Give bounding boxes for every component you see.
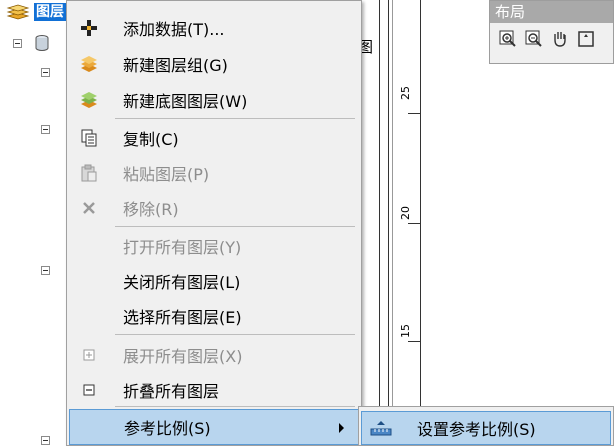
expand-icon	[79, 345, 99, 365]
menu-item-paste-layer[interactable]: 粘贴图层(P)	[69, 155, 359, 191]
vertical-ruler: 25 20 15	[379, 0, 421, 446]
ruler-label: 20	[399, 206, 412, 220]
menu-item-label: 关闭所有图层(L)	[123, 273, 241, 292]
collapse-toggle-icon[interactable]	[41, 266, 50, 275]
ruler-tick	[408, 223, 420, 224]
submenu-arrow-icon	[339, 423, 344, 433]
menu-item-label: 新建图层组(G)	[123, 56, 228, 75]
ruler-line	[388, 0, 389, 446]
ruler-tick	[408, 113, 420, 114]
ruler-label: 15	[399, 324, 412, 338]
menu-item-new-group-layer[interactable]: 新建图层组(G)	[69, 46, 359, 82]
layers-context-menu: 添加数据(T)... 新建图层组(G) 新建底图图层(W) 复制(C) 粘贴图层…	[66, 0, 362, 446]
menu-item-new-basemap-layer[interactable]: 新建底图图层(W)	[69, 82, 359, 118]
menu-item-label: 参考比例(S)	[124, 419, 211, 438]
layers-icon	[6, 4, 30, 20]
remove-icon	[79, 198, 99, 218]
collapse-toggle-icon[interactable]	[41, 436, 50, 445]
menu-item-label: 粘贴图层(P)	[123, 165, 210, 184]
collapse-icon	[79, 380, 99, 400]
layout-toolbar: 布局	[489, 0, 614, 64]
toc-root-label[interactable]: 图层	[34, 3, 66, 21]
full-extent-icon[interactable]	[576, 29, 596, 49]
copy-icon	[79, 128, 99, 148]
ruler-tick	[408, 341, 420, 342]
set-reference-scale-icon	[370, 421, 392, 436]
toc-root-node[interactable]: 图层	[4, 3, 66, 21]
reference-scale-submenu: 设置参考比例(S)	[358, 406, 614, 446]
menu-item-label: 展开所有图层(X)	[123, 347, 243, 366]
menu-item-label: 打开所有图层(Y)	[123, 238, 242, 257]
menu-item-open-all-layers[interactable]: 打开所有图层(Y)	[69, 228, 359, 264]
menu-item-collapse-all-layers[interactable]: 折叠所有图层	[69, 372, 359, 408]
zoom-out-icon[interactable]	[524, 29, 544, 49]
menu-item-label: 折叠所有图层	[123, 382, 220, 401]
submenu-item-label: 设置参考比例(S)	[417, 420, 536, 439]
new-basemap-layer-icon	[79, 90, 99, 110]
add-data-icon	[79, 18, 99, 38]
paste-icon	[79, 163, 99, 183]
menu-item-reference-scale[interactable]: 参考比例(S)	[69, 409, 359, 445]
menu-separator	[115, 334, 355, 335]
menu-item-label: 新建底图图层(W)	[123, 92, 248, 111]
menu-separator	[115, 226, 355, 227]
menu-item-add-data[interactable]: 添加数据(T)...	[69, 10, 359, 46]
menu-item-label: 移除(R)	[123, 200, 179, 219]
menu-item-copy[interactable]: 复制(C)	[69, 120, 359, 156]
menu-item-remove[interactable]: 移除(R)	[69, 190, 359, 226]
menu-item-label: 复制(C)	[123, 130, 179, 149]
menu-separator	[115, 406, 355, 407]
ruler-line	[392, 0, 393, 446]
database-icon	[35, 35, 49, 51]
collapse-toggle-icon[interactable]	[41, 68, 50, 77]
toolbar-title: 布局	[490, 1, 613, 23]
new-group-layer-icon	[79, 54, 99, 74]
collapse-toggle-icon[interactable]	[41, 125, 50, 134]
zoom-in-icon[interactable]	[498, 29, 518, 49]
ruler-label: 25	[399, 86, 412, 100]
menu-separator	[115, 118, 355, 119]
submenu-item-set-reference-scale[interactable]: 设置参考比例(S)	[361, 411, 611, 445]
menu-item-expand-all-layers[interactable]: 展开所有图层(X)	[69, 337, 359, 373]
menu-item-select-all-layers[interactable]: 选择所有图层(E)	[69, 298, 359, 334]
pan-hand-icon[interactable]	[550, 29, 570, 49]
collapse-toggle-icon[interactable]	[13, 39, 22, 48]
menu-item-label: 添加数据(T)...	[123, 20, 225, 39]
table-of-contents: 图层	[0, 0, 66, 446]
menu-item-label: 选择所有图层(E)	[123, 308, 242, 327]
menu-item-close-all-layers[interactable]: 关闭所有图层(L)	[69, 263, 359, 299]
